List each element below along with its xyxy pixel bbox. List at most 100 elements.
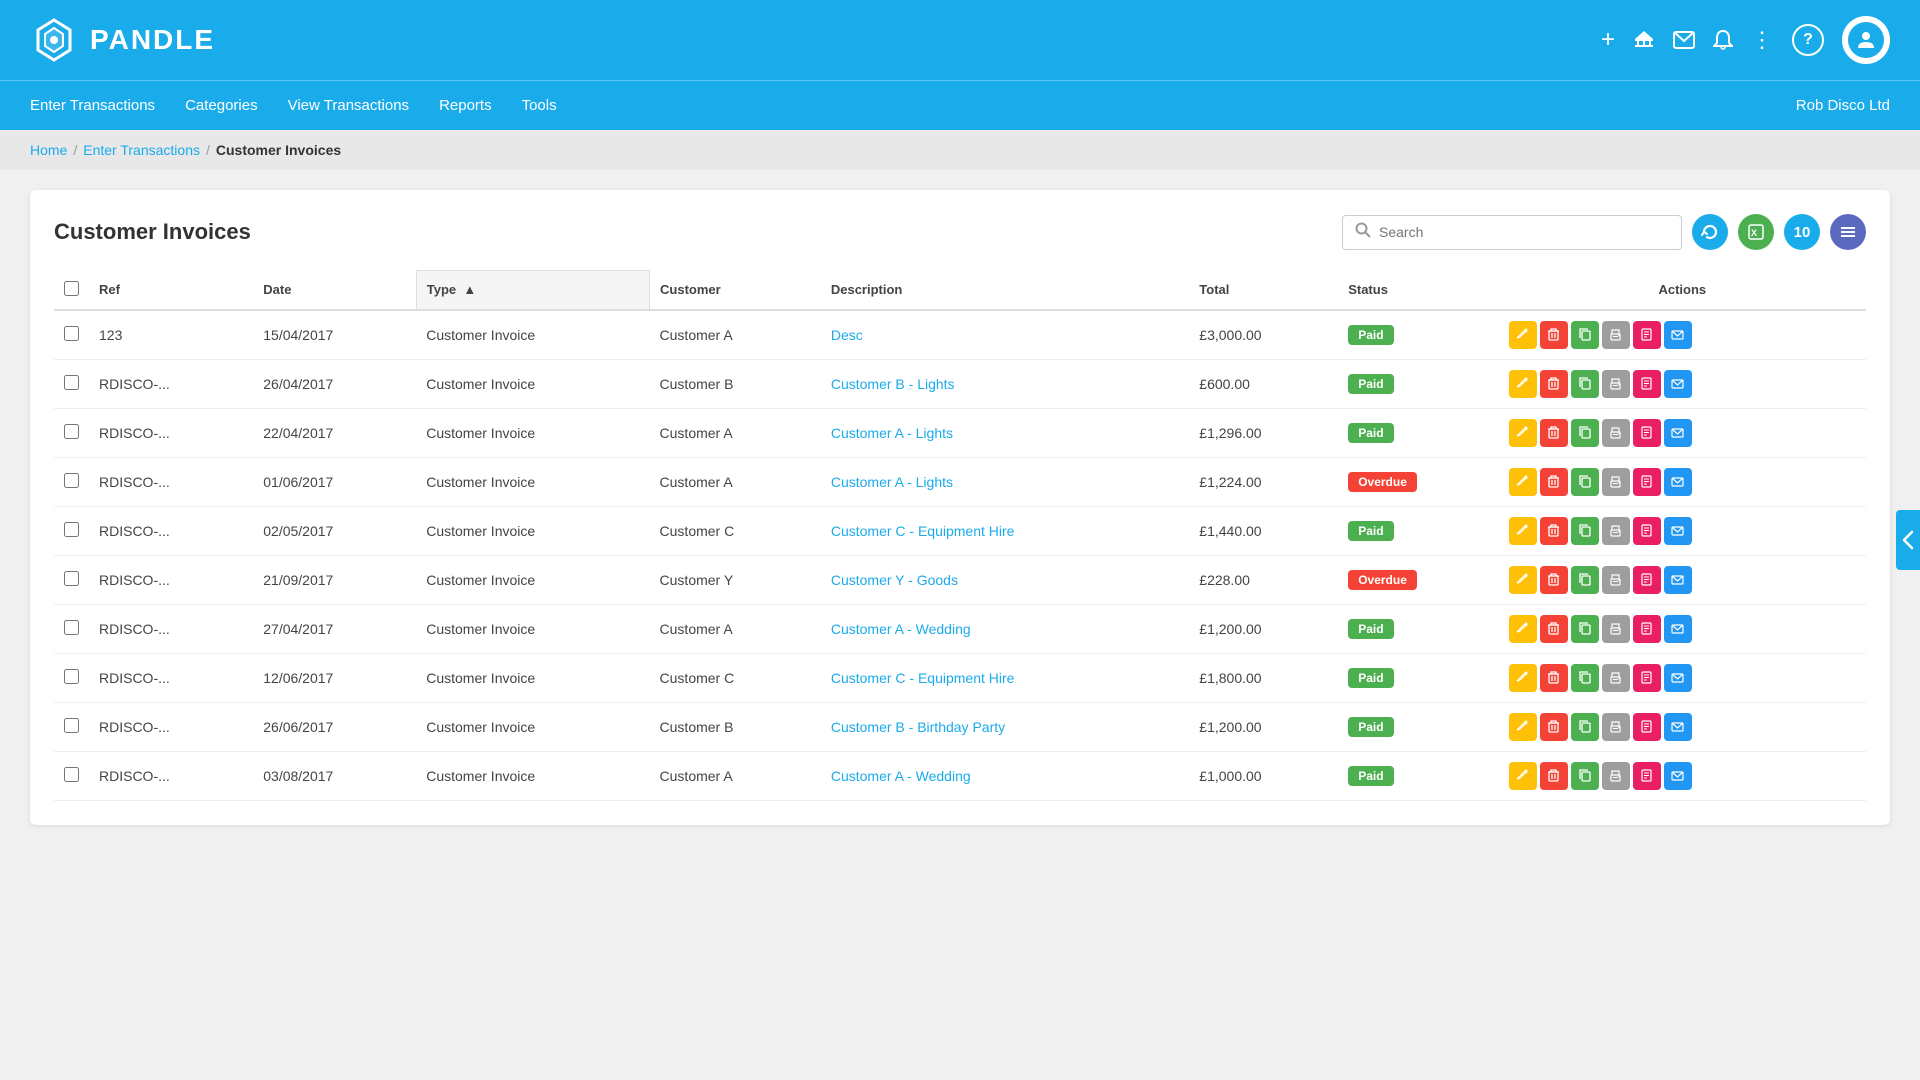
print-button-5[interactable]: [1602, 566, 1630, 594]
delete-button-4[interactable]: [1540, 517, 1568, 545]
more-options-button[interactable]: ⋮: [1751, 27, 1774, 53]
pdf-button-0[interactable]: [1633, 321, 1661, 349]
delete-button-1[interactable]: [1540, 370, 1568, 398]
nav-tools[interactable]: Tools: [522, 93, 557, 118]
email-button-2[interactable]: [1664, 419, 1692, 447]
edit-button-9[interactable]: [1509, 762, 1537, 790]
delete-button-3[interactable]: [1540, 468, 1568, 496]
email-button-6[interactable]: [1664, 615, 1692, 643]
avatar-button[interactable]: [1842, 16, 1890, 64]
row-checkbox-6[interactable]: [64, 620, 79, 635]
delete-button-8[interactable]: [1540, 713, 1568, 741]
print-button-4[interactable]: [1602, 517, 1630, 545]
delete-button-0[interactable]: [1540, 321, 1568, 349]
edit-button-7[interactable]: [1509, 664, 1537, 692]
copy-button-1[interactable]: [1571, 370, 1599, 398]
sidebar-tab[interactable]: [1896, 510, 1920, 570]
email-button-3[interactable]: [1664, 468, 1692, 496]
breadcrumb-home[interactable]: Home: [30, 142, 67, 158]
row-checkbox-7[interactable]: [64, 669, 79, 684]
print-button-3[interactable]: [1602, 468, 1630, 496]
email-button-4[interactable]: [1664, 517, 1692, 545]
delete-button-6[interactable]: [1540, 615, 1568, 643]
edit-button-4[interactable]: [1509, 517, 1537, 545]
help-button[interactable]: ?: [1792, 24, 1824, 56]
edit-button-0[interactable]: [1509, 321, 1537, 349]
row-checkbox-0[interactable]: [64, 326, 79, 341]
breadcrumb-enter[interactable]: Enter Transactions: [83, 142, 200, 158]
print-button-0[interactable]: [1602, 321, 1630, 349]
copy-button-2[interactable]: [1571, 419, 1599, 447]
nav-enter-transactions[interactable]: Enter Transactions: [30, 93, 155, 118]
print-button-2[interactable]: [1602, 419, 1630, 447]
mail-icon-button[interactable]: [1673, 31, 1695, 49]
copy-button-5[interactable]: [1571, 566, 1599, 594]
copy-button-8[interactable]: [1571, 713, 1599, 741]
copy-button-0[interactable]: [1571, 321, 1599, 349]
pdf-button-2[interactable]: [1633, 419, 1661, 447]
edit-button-6[interactable]: [1509, 615, 1537, 643]
columns-button[interactable]: [1830, 214, 1866, 250]
nav-view-transactions[interactable]: View Transactions: [288, 93, 409, 118]
row-checkbox-1[interactable]: [64, 375, 79, 390]
nav-reports[interactable]: Reports: [439, 93, 492, 118]
copy-button-9[interactable]: [1571, 762, 1599, 790]
row-checkbox-2[interactable]: [64, 424, 79, 439]
cell-desc-3[interactable]: Customer A - Lights: [821, 457, 1189, 506]
email-button-7[interactable]: [1664, 664, 1692, 692]
edit-button-5[interactable]: [1509, 566, 1537, 594]
copy-button-6[interactable]: [1571, 615, 1599, 643]
edit-button-1[interactable]: [1509, 370, 1537, 398]
cell-desc-4[interactable]: Customer C - Equipment Hire: [821, 506, 1189, 555]
refresh-button[interactable]: [1692, 214, 1728, 250]
copy-button-4[interactable]: [1571, 517, 1599, 545]
print-button-7[interactable]: [1602, 664, 1630, 692]
email-button-8[interactable]: [1664, 713, 1692, 741]
pdf-button-7[interactable]: [1633, 664, 1661, 692]
pdf-button-9[interactable]: [1633, 762, 1661, 790]
email-button-0[interactable]: [1664, 321, 1692, 349]
row-checkbox-3[interactable]: [64, 473, 79, 488]
print-button-9[interactable]: [1602, 762, 1630, 790]
bell-icon-button[interactable]: [1713, 29, 1733, 51]
add-button[interactable]: +: [1601, 26, 1615, 54]
cell-desc-8[interactable]: Customer B - Birthday Party: [821, 702, 1189, 751]
row-checkbox-5[interactable]: [64, 571, 79, 586]
cell-desc-6[interactable]: Customer A - Wedding: [821, 604, 1189, 653]
pdf-button-5[interactable]: [1633, 566, 1661, 594]
select-all-checkbox[interactable]: [64, 281, 79, 296]
copy-button-3[interactable]: [1571, 468, 1599, 496]
cell-desc-9[interactable]: Customer A - Wedding: [821, 751, 1189, 800]
edit-button-8[interactable]: [1509, 713, 1537, 741]
pdf-button-8[interactable]: [1633, 713, 1661, 741]
row-checkbox-9[interactable]: [64, 767, 79, 782]
row-checkbox-4[interactable]: [64, 522, 79, 537]
print-button-1[interactable]: [1602, 370, 1630, 398]
cell-desc-0[interactable]: Desc: [821, 310, 1189, 360]
email-button-9[interactable]: [1664, 762, 1692, 790]
search-input[interactable]: [1379, 224, 1669, 240]
delete-button-9[interactable]: [1540, 762, 1568, 790]
pdf-button-4[interactable]: [1633, 517, 1661, 545]
delete-button-2[interactable]: [1540, 419, 1568, 447]
delete-button-7[interactable]: [1540, 664, 1568, 692]
row-checkbox-8[interactable]: [64, 718, 79, 733]
bank-icon-button[interactable]: [1633, 29, 1655, 51]
copy-button-7[interactable]: [1571, 664, 1599, 692]
cell-desc-2[interactable]: Customer A - Lights: [821, 408, 1189, 457]
print-button-8[interactable]: [1602, 713, 1630, 741]
pdf-button-3[interactable]: [1633, 468, 1661, 496]
cell-desc-7[interactable]: Customer C - Equipment Hire: [821, 653, 1189, 702]
edit-button-3[interactable]: [1509, 468, 1537, 496]
edit-button-2[interactable]: [1509, 419, 1537, 447]
delete-button-5[interactable]: [1540, 566, 1568, 594]
email-button-1[interactable]: [1664, 370, 1692, 398]
pdf-button-1[interactable]: [1633, 370, 1661, 398]
email-button-5[interactable]: [1664, 566, 1692, 594]
print-button-6[interactable]: [1602, 615, 1630, 643]
cell-desc-1[interactable]: Customer B - Lights: [821, 359, 1189, 408]
excel-export-button[interactable]: X: [1738, 214, 1774, 250]
cell-desc-5[interactable]: Customer Y - Goods: [821, 555, 1189, 604]
nav-categories[interactable]: Categories: [185, 93, 258, 118]
pdf-button-6[interactable]: [1633, 615, 1661, 643]
